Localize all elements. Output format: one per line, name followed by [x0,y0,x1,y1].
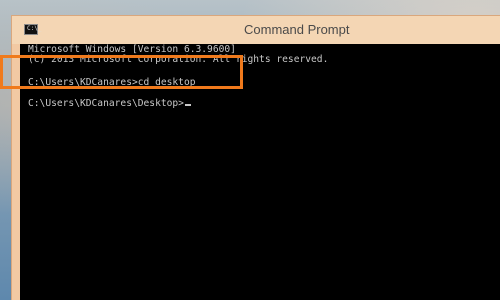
title-bar[interactable]: C:\_ Command Prompt [12,16,500,44]
console-output-area[interactable]: Microsoft Windows [Version 6.3.9600] (c)… [20,44,500,300]
app-icon-glyph: C:\_ [27,25,42,32]
console-line-prompt: C:\Users\KDCanares\Desktop> [28,98,191,109]
window-title: Command Prompt [244,22,350,37]
console-line-command: C:\Users\KDCanares>cd desktop [28,77,196,88]
console-line-copyright: (c) 2013 Microsoft Corporation. All righ… [28,54,329,65]
text-cursor [184,104,191,106]
command-prompt-icon[interactable]: C:\_ [24,24,42,35]
prompt-text: C:\Users\KDCanares\Desktop> [28,98,184,109]
command-prompt-window[interactable]: C:\_ Command Prompt Microsoft Windows [V… [12,16,500,300]
